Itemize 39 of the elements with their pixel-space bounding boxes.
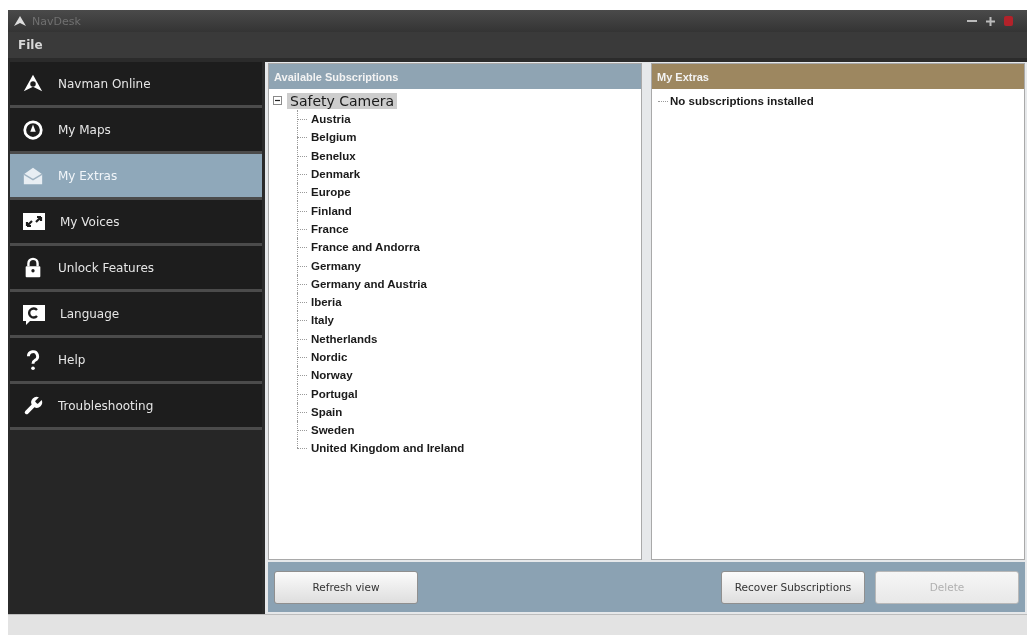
tree-item[interactable]: Sweden xyxy=(309,424,357,437)
sidebar-item[interactable]: Navman Online xyxy=(10,62,262,108)
tree-item[interactable]: Finland xyxy=(309,204,354,217)
action-button[interactable]: Recover Subscriptions xyxy=(721,570,865,604)
menu-item[interactable]: File xyxy=(14,36,47,54)
minimize-icon[interactable] xyxy=(967,17,977,25)
tree-item[interactable]: Italy xyxy=(309,314,336,327)
collapse-icon[interactable] xyxy=(273,96,282,105)
sidebar-item[interactable]: Unlock Features xyxy=(10,246,262,292)
wrench-icon xyxy=(22,394,44,417)
tree-item[interactable]: Safety Camera xyxy=(287,92,398,109)
tree-item[interactable]: Spain xyxy=(309,405,345,418)
tree-item[interactable]: Portugal xyxy=(309,387,360,400)
tree-item[interactable]: Austria xyxy=(309,113,353,126)
tree-item[interactable]: Europe xyxy=(309,186,353,199)
compass-icon xyxy=(22,118,44,141)
tree-item[interactable]: Belgium xyxy=(309,131,359,144)
list-item: No subscriptions installed xyxy=(670,94,814,107)
tree-item[interactable]: Denmark xyxy=(309,168,363,181)
sidebar-item[interactable]: My Maps xyxy=(10,108,262,154)
tree-item[interactable]: France and Andorra xyxy=(309,241,422,254)
tree-item[interactable]: Germany and Austria xyxy=(309,277,429,290)
panel-header: My Extras xyxy=(652,64,1024,89)
tree-item[interactable]: Nordic xyxy=(309,351,350,363)
tree-item[interactable]: Norway xyxy=(309,369,355,382)
sidebar-item[interactable]: Help xyxy=(10,338,262,384)
action-button[interactable]: Refresh view xyxy=(274,570,418,604)
sidebar-item[interactable]: My Voices xyxy=(10,200,262,246)
tree-item[interactable]: Benelux xyxy=(309,149,358,162)
sidebar-item[interactable]: Language xyxy=(10,292,262,338)
tree-item[interactable]: Netherlands xyxy=(309,332,380,345)
maximize-icon[interactable] xyxy=(986,16,995,26)
tree-item[interactable]: United Kingdom and Ireland xyxy=(309,442,467,455)
tri-logo-icon xyxy=(14,16,26,26)
tree-item[interactable]: France xyxy=(309,222,351,235)
panel-header: Available Subscriptions xyxy=(269,64,641,89)
tree-item[interactable]: Iberia xyxy=(309,296,344,309)
sidebar-item[interactable]: Troubleshooting xyxy=(10,384,262,430)
tree-item[interactable]: Germany xyxy=(309,259,363,272)
